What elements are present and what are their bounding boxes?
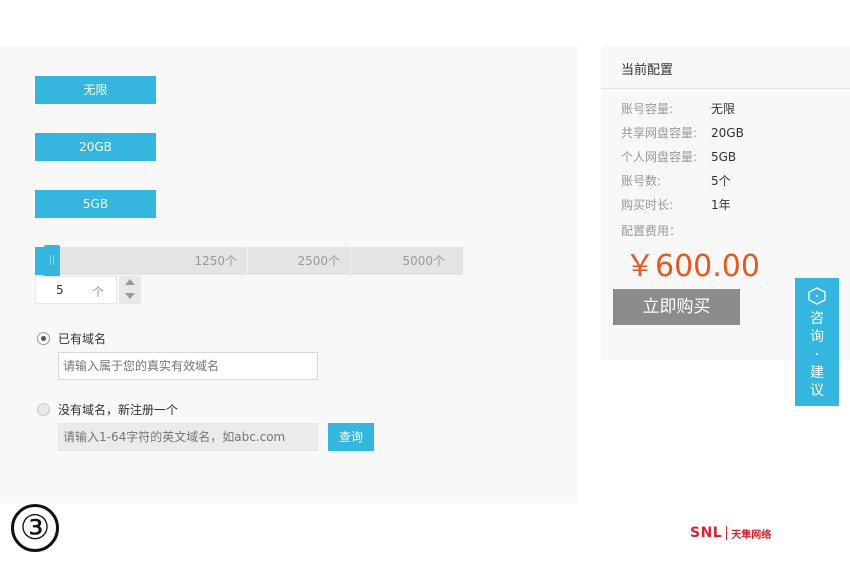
config-price: ￥600.00: [625, 249, 760, 284]
shared-disk-20gb-button[interactable]: 20GB: [35, 133, 156, 161]
slider-handle[interactable]: [44, 245, 60, 277]
slider-tick-5000[interactable]: 5000个: [351, 247, 463, 275]
config-value: 1年: [711, 198, 731, 212]
feedback-char: 议: [810, 383, 824, 399]
logo-brand: SNL: [690, 525, 723, 541]
feedback-tab[interactable]: 咨 询 · 建 议: [795, 278, 839, 406]
config-value: 5个: [711, 174, 731, 188]
config-row-account-capacity: 账号容量: 无限: [621, 100, 735, 117]
capacity-unlimited-button[interactable]: 无限: [35, 76, 156, 104]
brand-logo: SNL 天隼网络: [690, 525, 771, 541]
config-title: 当前配置: [621, 63, 674, 78]
account-count-slider[interactable]: 1250个 2500个 5000个: [35, 245, 463, 277]
account-count-stepper: 5 个: [35, 276, 141, 304]
config-value: 5GB: [711, 150, 737, 164]
config-divider: [601, 88, 850, 89]
config-label: 共享网盘容量:: [621, 126, 698, 140]
feedback-char: 咨: [810, 311, 824, 327]
slider-tick-1250[interactable]: 1250个: [145, 247, 248, 275]
stepper-unit: 个: [92, 285, 105, 299]
radio-have-domain[interactable]: 已有域名: [37, 330, 106, 347]
stepper-value: 5: [56, 283, 64, 297]
feedback-text: 咨 询 · 建 议: [795, 310, 839, 400]
slider-tick-2500[interactable]: 2500个: [248, 247, 351, 275]
config-value: 20GB: [711, 126, 744, 140]
radio-checked-icon[interactable]: [37, 332, 50, 345]
config-label: 购买时长:: [621, 198, 674, 212]
feedback-char: 询: [810, 329, 824, 345]
config-row-shared-disk: 共享网盘容量: 20GB: [621, 124, 744, 141]
config-row-personal-disk: 个人网盘容量: 5GB: [621, 148, 736, 165]
radio-unchecked-icon[interactable]: [37, 403, 50, 416]
logo-separator: [726, 526, 728, 540]
config-options-panel: 无限 20GB 5GB 1250个 2500个 5000个 5 个 已有域名 没…: [0, 46, 577, 503]
query-domain-button[interactable]: 查询: [328, 423, 374, 451]
stepper-input[interactable]: 5 个: [35, 276, 117, 304]
have-domain-label: 已有域名: [58, 332, 107, 346]
personal-disk-5gb-button[interactable]: 5GB: [35, 190, 156, 218]
stepper-up-icon[interactable]: [125, 279, 135, 285]
feedback-hexagon-icon: [808, 287, 826, 305]
config-fee-label: 配置费用：: [621, 222, 711, 239]
existing-domain-input[interactable]: [58, 352, 318, 380]
config-row-account-count: 账号数: 5个: [621, 172, 731, 189]
feedback-char: 建: [810, 365, 824, 381]
feedback-dot: ·: [814, 347, 820, 363]
config-label: 账号容量:: [621, 102, 674, 116]
fee-label: 配置费用：: [621, 224, 682, 238]
step-number-badge: ③: [11, 504, 59, 552]
radio-register-domain[interactable]: 没有域名，新注册一个: [37, 401, 178, 418]
new-domain-input[interactable]: [58, 423, 318, 451]
logo-cn-text: 天隼网络: [731, 529, 772, 541]
stepper-arrows: [119, 276, 141, 304]
config-label: 账号数:: [621, 174, 662, 188]
buy-now-button[interactable]: 立即购买: [613, 289, 740, 325]
stepper-down-icon[interactable]: [125, 293, 135, 299]
register-domain-label: 没有域名，新注册一个: [58, 403, 179, 417]
config-label: 个人网盘容量:: [621, 150, 698, 164]
config-value: 无限: [711, 102, 736, 116]
config-row-duration: 购买时长: 1年: [621, 196, 731, 213]
